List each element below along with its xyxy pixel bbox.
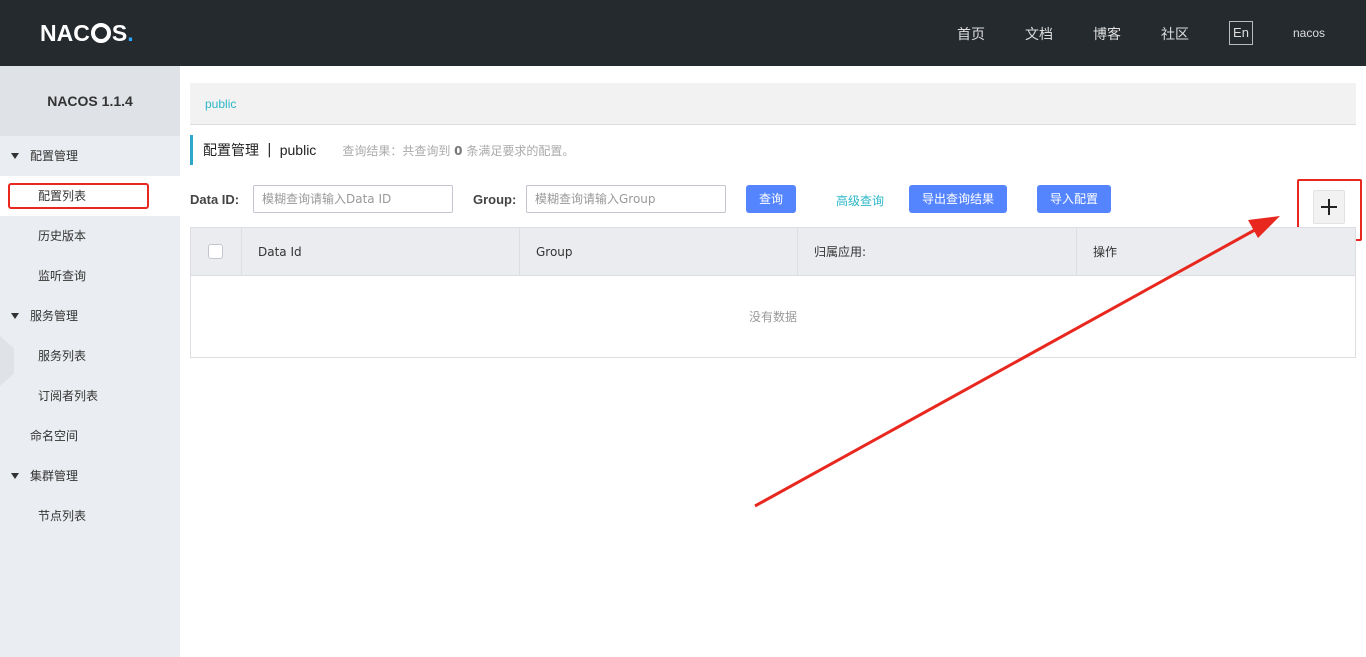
nav-community-link[interactable]: 社区 bbox=[1161, 24, 1189, 44]
nav-home-link[interactable]: 首页 bbox=[957, 24, 985, 44]
empty-state-text: 没有数据 bbox=[748, 310, 797, 324]
table-header: Data Id Group 归属应用: 操作 bbox=[191, 228, 1355, 276]
config-table: Data Id Group 归属应用: 操作 没有数据 bbox=[190, 227, 1356, 358]
namespace-bar: public bbox=[190, 83, 1356, 125]
title-namespace: public bbox=[279, 142, 317, 158]
sidebar-item-service-list[interactable]: 服务列表 bbox=[0, 336, 180, 376]
sidebar-item-namespace[interactable]: 命名空间 bbox=[0, 416, 180, 456]
sidebar-item-label: 服务列表 bbox=[38, 349, 87, 363]
column-header-app[interactable]: 归属应用: bbox=[798, 228, 1077, 276]
column-header-group[interactable]: Group bbox=[520, 228, 798, 276]
caret-down-icon bbox=[11, 313, 19, 319]
group-search-input[interactable] bbox=[526, 185, 726, 213]
username-menu[interactable]: nacos bbox=[1293, 26, 1325, 40]
sidebar-item-label: 订阅者列表 bbox=[38, 389, 99, 403]
page-title: 配置管理 | public 查询结果：共查询到 0 条满足要求的配置。 bbox=[190, 135, 574, 165]
export-results-button[interactable]: 导出查询结果 bbox=[909, 185, 1007, 213]
sidebar-group-service-management[interactable]: 服务管理 bbox=[0, 296, 180, 336]
page-title-text: 配置管理 bbox=[203, 143, 259, 159]
caret-down-icon bbox=[11, 473, 19, 479]
result-prefix: 查询结果：共查询到 bbox=[342, 143, 451, 158]
sidebar-item-node-list[interactable]: 节点列表 bbox=[0, 496, 180, 536]
sidebar-group-config-management[interactable]: 配置管理 bbox=[0, 136, 180, 176]
query-button[interactable]: 查询 bbox=[746, 185, 796, 213]
logo-letter: S bbox=[111, 19, 128, 46]
result-count: 0 bbox=[454, 143, 463, 158]
sidebar-item-label: 监听查询 bbox=[38, 269, 87, 283]
logo-ring-icon bbox=[90, 23, 111, 43]
result-suffix: 条满足要求的配置。 bbox=[466, 143, 575, 158]
advanced-query-link[interactable]: 高级查询 bbox=[836, 192, 884, 209]
sidebar-item-label: 配置管理 bbox=[30, 149, 79, 163]
title-separator: | bbox=[267, 142, 272, 158]
query-result-summary: 查询结果：共查询到 0 条满足要求的配置。 bbox=[342, 142, 574, 159]
nacos-logo[interactable]: NACS. bbox=[40, 20, 134, 46]
dataid-search-input[interactable] bbox=[253, 185, 453, 213]
nav-blog-link[interactable]: 博客 bbox=[1093, 24, 1121, 44]
sidebar-group-cluster-management[interactable]: 集群管理 bbox=[0, 456, 180, 496]
top-header: NACS. 首页 文档 博客 社区 En nacos bbox=[0, 0, 1366, 66]
sidebar-item-label: 历史版本 bbox=[38, 229, 87, 243]
namespace-tab-public[interactable]: public bbox=[205, 97, 236, 111]
select-all-cell bbox=[191, 228, 242, 276]
select-all-checkbox[interactable] bbox=[208, 244, 223, 259]
annotation-highlight-config-list bbox=[8, 183, 149, 209]
nav-docs-link[interactable]: 文档 bbox=[1025, 24, 1053, 44]
sidebar-item-label: 节点列表 bbox=[38, 509, 87, 523]
column-header-data-id[interactable]: Data Id bbox=[242, 228, 520, 276]
language-toggle-button[interactable]: En bbox=[1229, 21, 1253, 45]
dataid-label: Data ID: bbox=[190, 192, 240, 207]
sidebar-version-title: NACOS 1.1.4 bbox=[0, 66, 180, 136]
logo-dot: . bbox=[127, 19, 134, 46]
logo-letter: C bbox=[73, 19, 90, 46]
sidebar: NACOS 1.1.4 配置管理 配置列表 历史版本 监听查询 服务管理 服务列… bbox=[0, 66, 180, 657]
sidebar-item-label: 集群管理 bbox=[30, 469, 79, 483]
sidebar-item-history-versions[interactable]: 历史版本 bbox=[0, 216, 180, 256]
logo-letter: N bbox=[40, 19, 57, 46]
sidebar-item-label: 服务管理 bbox=[30, 309, 79, 323]
sidebar-item-label: 命名空间 bbox=[30, 429, 79, 443]
column-header-actions: 操作 bbox=[1093, 245, 1118, 259]
sidebar-item-listener-query[interactable]: 监听查询 bbox=[0, 256, 180, 296]
logo-letter: A bbox=[56, 19, 74, 46]
group-label: Group: bbox=[473, 192, 517, 207]
caret-down-icon bbox=[11, 153, 19, 159]
sidebar-item-subscriber-list[interactable]: 订阅者列表 bbox=[0, 376, 180, 416]
import-config-button[interactable]: 导入配置 bbox=[1037, 185, 1111, 213]
